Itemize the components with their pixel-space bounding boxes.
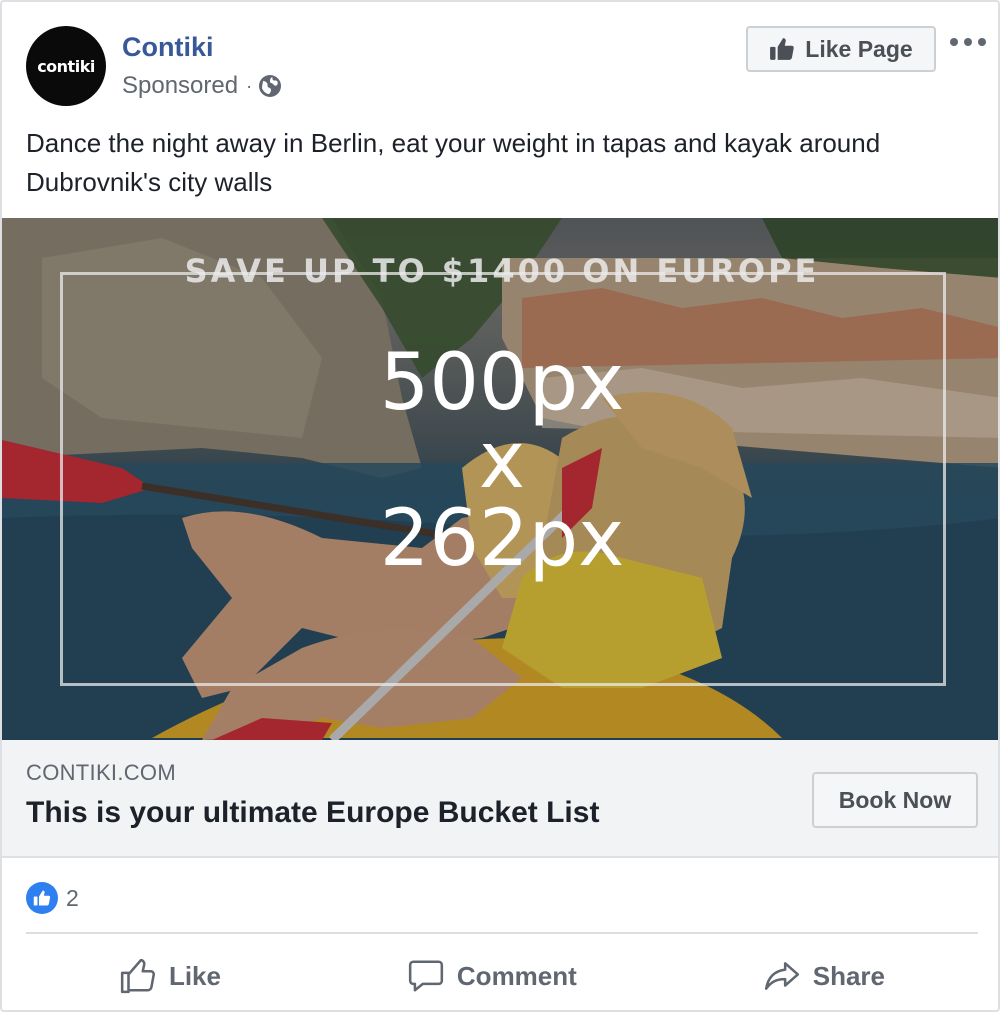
page-name-link[interactable]: Contiki (122, 32, 214, 63)
post-header: contiki Contiki Sponsored · Like Page (2, 2, 998, 118)
comment-bubble-icon (408, 960, 444, 992)
share-arrow-icon (764, 962, 799, 990)
reaction-count: 2 (66, 884, 79, 911)
thumbs-up-icon (770, 38, 795, 60)
promo-text: SAVE UP TO $1400 ON EUROPE (184, 252, 820, 290)
link-domain: CONTIKI.COM (26, 760, 176, 785)
thumbs-up-icon (26, 882, 58, 914)
book-now-button[interactable]: Book Now (812, 772, 978, 828)
share-label: Share (812, 960, 885, 991)
dimension-overlay: 500px x 262px (2, 338, 998, 584)
like-label: Like (168, 960, 221, 991)
ellipsis-icon[interactable] (950, 32, 986, 52)
post-meta: Sponsored · (122, 72, 282, 100)
page-avatar[interactable]: contiki (26, 26, 106, 106)
reaction-summary[interactable]: 2 (26, 880, 79, 916)
like-button[interactable]: Like (99, 948, 241, 1004)
dimension-height: 262px (379, 494, 625, 584)
dimension-times: x (478, 416, 526, 506)
globe-icon[interactable] (258, 74, 282, 98)
avatar-logo-text: contiki (37, 56, 95, 76)
thumbs-up-outline-icon (120, 958, 155, 994)
post-actions-bar: Like Comment Share (26, 946, 978, 1006)
link-headline[interactable]: This is your ultimate Europe Bucket List (26, 796, 599, 830)
sponsored-post-card: contiki Contiki Sponsored · Like Page Da… (0, 0, 1000, 1012)
comment-button[interactable]: Comment (387, 948, 597, 1004)
post-body-text: Dance the night away in Berlin, eat your… (26, 128, 881, 197)
ad-image[interactable]: SAVE UP TO $1400 ON EUROPE 500px x 262px (2, 218, 998, 740)
comment-label: Comment (456, 960, 577, 991)
link-preview[interactable]: CONTIKI.COM This is your ultimate Europe… (2, 740, 998, 858)
like-page-button[interactable]: Like Page (746, 26, 936, 72)
actions-divider (26, 932, 978, 934)
dimension-width: 500px (379, 338, 625, 428)
sponsored-label[interactable]: Sponsored (122, 72, 238, 100)
meta-separator: · (246, 75, 253, 96)
share-button[interactable]: Share (743, 948, 905, 1004)
like-page-label: Like Page (805, 35, 913, 62)
promo-overlay-text: SAVE UP TO $1400 ON EUROPE (2, 252, 998, 290)
